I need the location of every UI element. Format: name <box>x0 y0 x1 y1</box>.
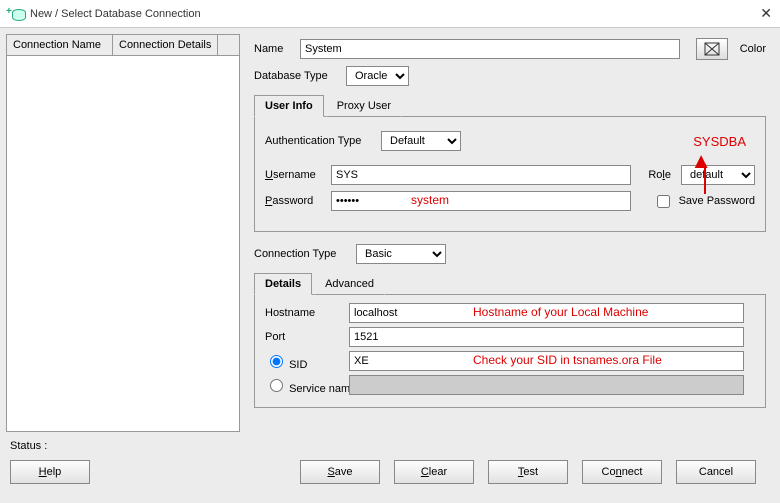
tab-user-info[interactable]: User Info <box>254 95 324 117</box>
username-input[interactable] <box>331 165 631 185</box>
col-connection-name[interactable]: Connection Name <box>7 35 113 55</box>
col-connection-details[interactable]: Connection Details <box>113 35 218 55</box>
username-label-u: U <box>265 169 273 181</box>
service-label: Service name <box>289 383 356 395</box>
conntype-select[interactable]: Basic <box>356 244 446 264</box>
dbtype-label: Database Type <box>254 70 340 82</box>
close-icon[interactable]: ✕ <box>760 5 772 22</box>
database-icon <box>8 7 24 21</box>
dbtype-select[interactable]: Oracle <box>346 66 409 86</box>
port-label: Port <box>265 331 343 343</box>
sid-radio[interactable] <box>270 355 283 368</box>
name-input[interactable] <box>300 39 680 59</box>
user-info-body: Authentication Type Default Username Rol… <box>254 117 766 232</box>
help-button[interactable]: Help <box>10 460 90 484</box>
cancel-button[interactable]: Cancel <box>676 460 756 484</box>
role-label-r: Ro <box>648 169 662 181</box>
username-label: sername <box>273 169 316 181</box>
auth-tabs: User Info Proxy User <box>254 94 766 117</box>
save-password-label: Save Password <box>679 195 755 207</box>
connect-button[interactable]: Connect <box>582 460 662 484</box>
form-panel: Name Color Database Type Oracle User Inf… <box>246 34 774 432</box>
color-swatch-icon <box>704 42 720 56</box>
details-tabs: Details Advanced <box>254 272 766 295</box>
save-password-checkbox[interactable] <box>657 195 670 208</box>
password-label: assword <box>272 195 313 207</box>
conntype-label: Connection Type <box>254 248 350 260</box>
hostname-label: Hostname <box>265 307 343 319</box>
color-label: Color <box>740 43 766 55</box>
sid-annotation: Check your SID in tsnames.ora File <box>473 353 662 367</box>
test-button[interactable]: Test <box>488 460 568 484</box>
clear-button[interactable]: Clear <box>394 460 474 484</box>
service-radio[interactable] <box>270 379 283 392</box>
color-button[interactable] <box>696 38 728 60</box>
name-label: Name <box>254 43 294 55</box>
hostname-annotation: Hostname of your Local Machine <box>473 305 648 319</box>
sysdba-annotation: SYSDBA <box>693 134 746 149</box>
tab-advanced[interactable]: Advanced <box>314 273 385 295</box>
button-bar: Help Save Clear Test Connect Cancel <box>0 454 780 490</box>
window-title: New / Select Database Connection <box>30 8 201 20</box>
sid-label: SID <box>289 359 307 371</box>
arrow-up-icon: ▲ <box>690 156 712 166</box>
password-input[interactable] <box>331 191 631 211</box>
connection-list-panel: Connection Name Connection Details <box>6 34 240 432</box>
service-input <box>349 375 744 395</box>
tab-details[interactable]: Details <box>254 273 312 295</box>
port-input[interactable] <box>349 327 744 347</box>
role-label-e: e <box>665 169 671 181</box>
password-annotation: system <box>411 193 449 207</box>
arrow-stem <box>704 164 706 194</box>
details-body: Hostname Hostname of your Local Machine … <box>254 295 766 408</box>
authtype-select[interactable]: Default <box>381 131 461 151</box>
status-label: Status : <box>0 438 780 454</box>
connection-list[interactable] <box>6 56 240 432</box>
tab-proxy-user[interactable]: Proxy User <box>326 95 402 117</box>
authtype-label: Authentication Type <box>265 135 375 147</box>
title-bar: New / Select Database Connection ✕ <box>0 0 780 28</box>
save-button[interactable]: Save <box>300 460 380 484</box>
